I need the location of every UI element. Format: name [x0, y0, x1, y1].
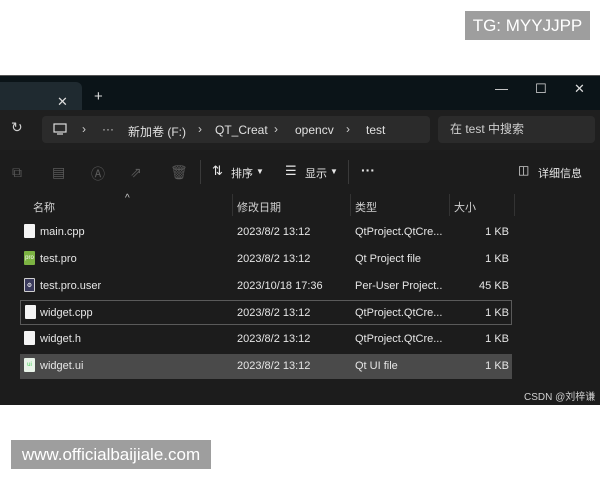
file-size: 1 KB [485, 226, 509, 238]
breadcrumb-opencv[interactable]: opencv [295, 123, 334, 137]
share-icon[interactable]: ⇗ [130, 164, 142, 181]
file-modified: 2023/8/2 13:12 [237, 360, 311, 372]
ui-file-icon: ui [24, 358, 35, 372]
more-options-button[interactable]: ··· [361, 162, 375, 178]
sort-button[interactable]: 排序 [231, 165, 253, 181]
column-divider[interactable] [514, 194, 515, 216]
watermark-www: www.officialbaijiale.com [11, 440, 211, 469]
file-modified: 2023/10/18 17:36 [237, 280, 323, 292]
file-size: 1 KB [485, 360, 509, 372]
sort-up-icon: ^ [125, 193, 130, 204]
new-tab-icon[interactable]: + [94, 88, 103, 105]
monitor-icon [53, 123, 67, 135]
paste-icon[interactable]: ▤ [52, 164, 65, 181]
file-row[interactable]: pro test.pro 2023/8/2 13:12 Qt Project f… [20, 247, 512, 272]
file-modified: 2023/8/2 13:12 [237, 307, 311, 319]
file-explorer-window: ✕ + — ☐ ✕ ↻ › ··· 新加卷 (F:) › QT_Creat › … [0, 75, 600, 405]
file-size: 45 KB [479, 280, 509, 292]
sort-icon: ⇅ [212, 163, 223, 178]
file-type: QtProject.QtCre... [355, 226, 443, 238]
column-divider[interactable] [350, 194, 351, 216]
column-name[interactable]: 名称 [33, 199, 55, 215]
chevron-down-icon: ▼ [330, 167, 338, 176]
maximize-icon[interactable]: ☐ [535, 81, 547, 97]
file-name: widget.ui [40, 360, 84, 372]
column-modified[interactable]: 修改日期 [237, 199, 281, 215]
close-icon[interactable]: ✕ [574, 81, 585, 97]
file-modified: 2023/8/2 13:12 [237, 226, 311, 238]
path-box[interactable]: › ··· 新加卷 (F:) › QT_Creat › opencv › tes… [42, 116, 430, 143]
breadcrumb-qt-creat[interactable]: QT_Creat [215, 123, 268, 137]
minimize-icon[interactable]: — [495, 81, 508, 96]
title-bar: ✕ + — ☐ ✕ [0, 76, 600, 110]
cpp-file-icon [25, 305, 36, 319]
details-button[interactable]: 详细信息 [538, 165, 582, 181]
rename-icon[interactable]: Ⓐ [91, 164, 105, 184]
file-row[interactable]: widget.h 2023/8/2 13:12 QtProject.QtCre.… [20, 327, 512, 352]
copy-icon[interactable]: ⧉ [12, 164, 22, 181]
toolbar-divider [200, 160, 201, 184]
command-bar: ⧉ ▤ Ⓐ ⇗ 🗑 ⇅ 排序 ▼ ☰ 显示 ▼ ··· ◫ 详细信息 [0, 150, 600, 195]
tab-test[interactable]: ✕ [0, 82, 82, 110]
file-name: widget.h [40, 333, 81, 345]
search-input[interactable]: 在 test 中搜索 [438, 116, 595, 143]
file-row-focused[interactable]: widget.cpp 2023/8/2 13:12 QtProject.QtCr… [20, 300, 512, 325]
file-row[interactable]: ⚙ test.pro.user 2023/10/18 17:36 Per-Use… [20, 274, 512, 299]
file-size: 1 KB [485, 253, 509, 265]
breadcrumb-test[interactable]: test [366, 123, 385, 137]
delete-icon[interactable]: 🗑 [170, 164, 188, 181]
file-type: QtProject.QtCre... [355, 333, 443, 345]
file-type: QtProject.QtCre... [355, 307, 443, 319]
cpp-file-icon [24, 224, 35, 238]
chevron-down-icon: ▼ [256, 167, 264, 176]
file-row-selected[interactable]: ui widget.ui 2023/8/2 13:12 Qt UI file 1… [20, 354, 512, 379]
more-path-icon[interactable]: ··· [102, 122, 114, 136]
toolbar-divider [348, 160, 349, 184]
file-size: 1 KB [485, 307, 509, 319]
header-file-icon [24, 331, 35, 345]
column-divider[interactable] [449, 194, 450, 216]
file-name: widget.cpp [40, 307, 93, 319]
address-bar: ↻ › ··· 新加卷 (F:) › QT_Creat › opencv › t… [0, 110, 600, 150]
pro-file-icon: pro [24, 251, 35, 265]
column-divider[interactable] [232, 194, 233, 216]
file-modified: 2023/8/2 13:12 [237, 333, 311, 345]
column-type[interactable]: 类型 [355, 199, 377, 215]
chevron-right-icon: › [274, 122, 278, 136]
file-type: Per-User Project... [355, 280, 443, 292]
chevron-right-icon: › [346, 122, 350, 136]
column-header: 名称 ^ 修改日期 类型 大小 [0, 193, 600, 216]
csdn-watermark: CSDN @刘梓谦 [524, 392, 596, 403]
user-file-icon: ⚙ [24, 278, 35, 292]
file-name: test.pro [40, 253, 77, 265]
view-button[interactable]: 显示 [305, 165, 327, 181]
file-row[interactable]: main.cpp 2023/8/2 13:12 QtProject.QtCre.… [20, 220, 512, 245]
file-name: test.pro.user [40, 280, 102, 292]
chevron-right-icon: › [198, 122, 202, 136]
column-size[interactable]: 大小 [454, 199, 476, 215]
file-type: Qt Project file [355, 253, 422, 265]
breadcrumb-drive[interactable]: 新加卷 (F:) [128, 123, 186, 140]
view-icon: ☰ [285, 163, 297, 178]
file-type: Qt UI file [355, 360, 398, 372]
file-size: 1 KB [485, 333, 509, 345]
watermark-tg: TG: MYYJJPP [465, 11, 590, 40]
file-modified: 2023/8/2 13:12 [237, 253, 311, 265]
file-name: main.cpp [40, 226, 85, 238]
tab-close-icon[interactable]: ✕ [57, 94, 68, 110]
refresh-icon[interactable]: ↻ [11, 119, 23, 136]
chevron-right-icon: › [82, 122, 86, 136]
details-pane-icon: ◫ [518, 163, 530, 177]
